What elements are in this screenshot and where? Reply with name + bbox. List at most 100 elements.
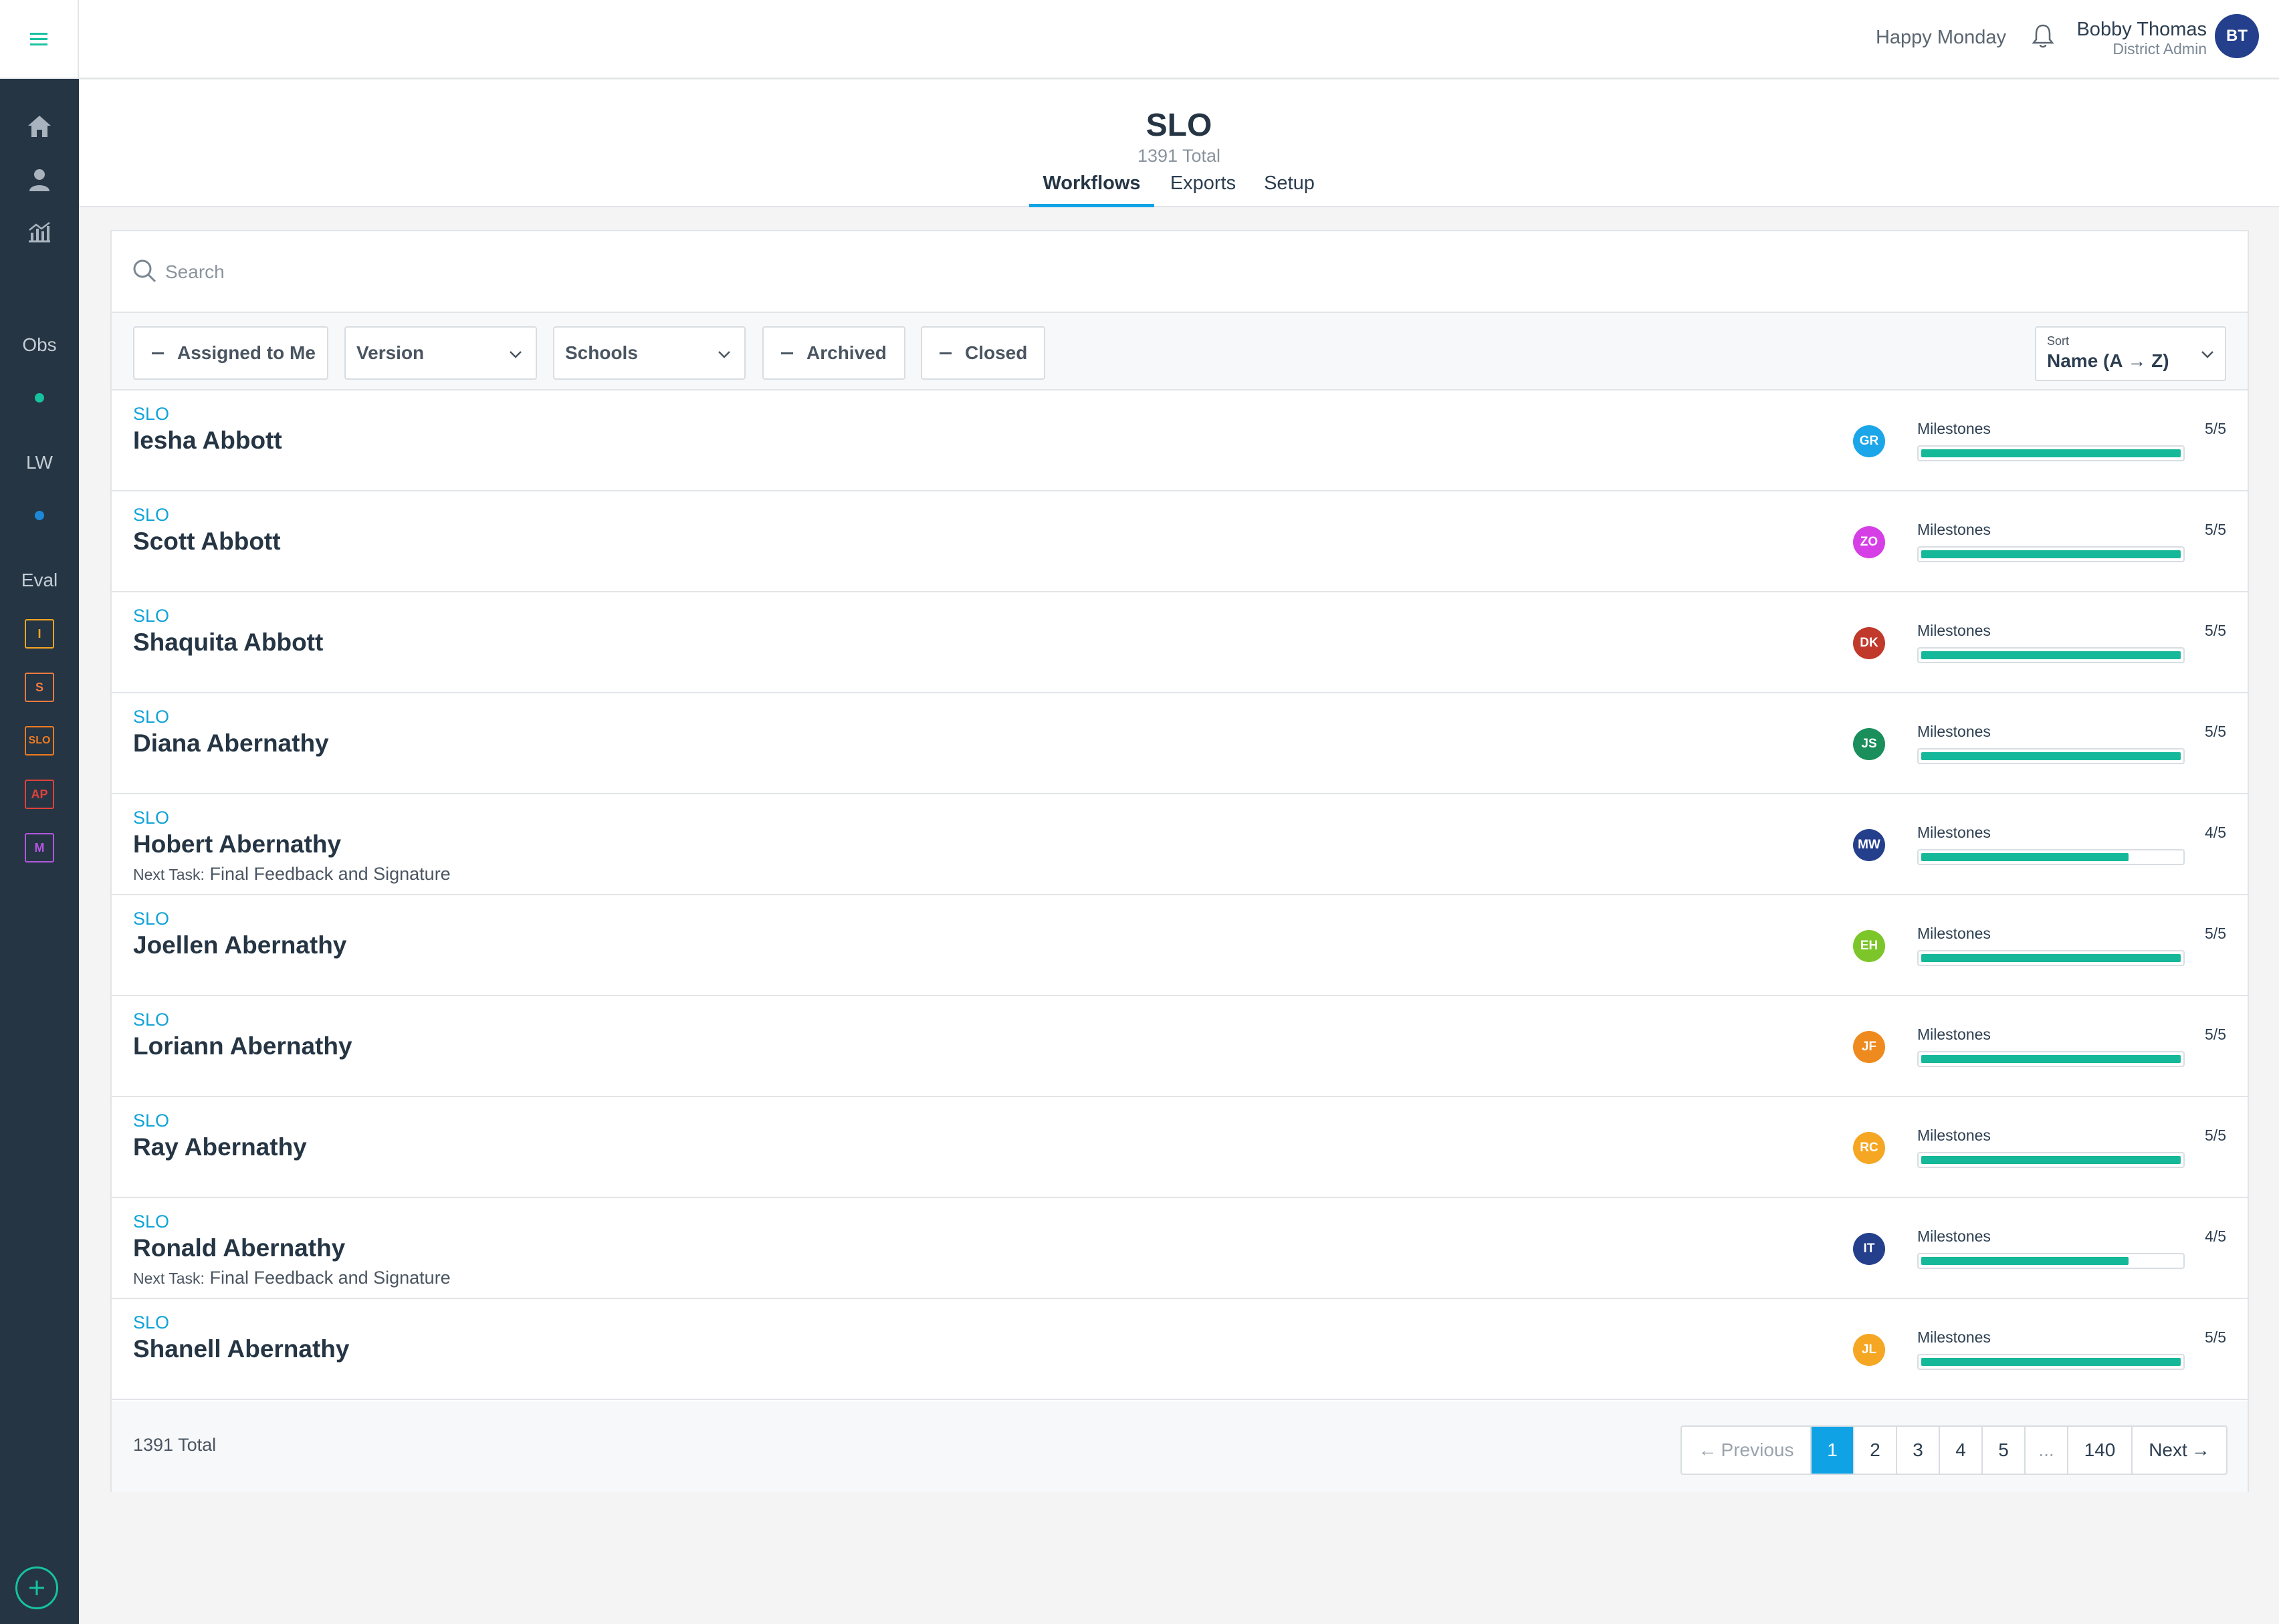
next-label: Next	[2149, 1439, 2187, 1460]
milestones-progress-bar	[1917, 1152, 2185, 1168]
tab-workflows[interactable]: Workflows	[1029, 168, 1154, 207]
milestones-label: Milestones	[1917, 1127, 1991, 1144]
list-item[interactable]: SLO Loriann Abernathy JF Milestones 5/5	[112, 996, 2248, 1097]
milestones-count: 5/5	[2205, 1328, 2226, 1346]
sidebar-eval-i[interactable]: I	[25, 619, 54, 649]
milestones-progress-bar	[1917, 445, 2185, 461]
row-type: SLO	[133, 606, 170, 626]
sidebar-item-home[interactable]	[0, 114, 79, 139]
home-icon	[28, 116, 51, 137]
milestones-progress-bar	[1917, 647, 2185, 663]
filter-bar: Assigned to Me Version Schools Archived …	[112, 313, 2248, 390]
arrow-right-icon: →	[2191, 1439, 2210, 1460]
top-bar: Happy Monday Bobby Thomas District Admin…	[79, 0, 2279, 79]
avatar: MW	[1853, 829, 1885, 861]
row-name: Diana Abernathy	[133, 729, 329, 757]
add-button[interactable]	[15, 1567, 58, 1609]
avatar: EH	[1853, 930, 1885, 962]
page-button[interactable]: 140	[2068, 1427, 2133, 1474]
card-footer: 1391 Total ← Previous 1 2 3 4 5... 140 Next →	[112, 1401, 2248, 1492]
milestones-progress-fill	[1921, 1156, 2181, 1164]
sidebar-section-lw[interactable]: LW	[0, 452, 79, 473]
sidebar-eval-m[interactable]: M	[25, 833, 54, 862]
sidebar-section-obs[interactable]: Obs	[0, 334, 79, 356]
list-item[interactable]: SLO Hobert Abernathy Next Task: Final Fe…	[112, 794, 2248, 895]
sidebar-eval-s[interactable]: S	[25, 673, 54, 702]
schools-label: Schools	[565, 342, 638, 363]
milestones-label: Milestones	[1917, 925, 1991, 942]
row-next-task: Next Task: Final Feedback and Signature	[133, 864, 451, 885]
sidebar-section-eval[interactable]: Eval	[0, 570, 79, 591]
next-page-button[interactable]: Next →	[2133, 1427, 2226, 1474]
schools-select[interactable]: Schools	[553, 326, 746, 380]
page-button[interactable]: 2	[1854, 1427, 1897, 1474]
list-item[interactable]: SLO Diana Abernathy JS Milestones 5/5	[112, 693, 2248, 794]
milestones-label: Milestones	[1917, 1328, 1991, 1346]
row-type: SLO	[133, 1312, 170, 1332]
sidebar-eval-slo[interactable]: SLO	[25, 726, 54, 756]
user-avatar[interactable]: BT	[2215, 14, 2259, 58]
tab-setup[interactable]: Setup	[1256, 168, 1323, 207]
closed-filter[interactable]: Closed	[921, 326, 1045, 380]
sort-select[interactable]: Sort Name (A → Z)	[2035, 326, 2226, 381]
milestones-progress-fill	[1921, 449, 2181, 457]
tab-exports[interactable]: Exports	[1164, 168, 1242, 207]
sort-label: Sort	[2047, 334, 2070, 348]
list-item[interactable]: SLO Shanell Abernathy JL Milestones 5/5	[112, 1299, 2248, 1400]
page-button[interactable]: 4	[1940, 1427, 1983, 1474]
milestones-progress-fill	[1921, 1358, 2181, 1366]
list-item[interactable]: SLO Shaquita Abbott DK Milestones 5/5	[112, 592, 2248, 693]
workflows-card: Assigned to Me Version Schools Archived …	[110, 230, 2249, 1492]
assigned-to-me-filter[interactable]: Assigned to Me	[133, 326, 328, 380]
closed-label: Closed	[965, 342, 1028, 363]
list-item[interactable]: SLO Ray Abernathy RC Milestones 5/5	[112, 1097, 2248, 1198]
row-name: Hobert Abernathy	[133, 830, 342, 858]
page-total: 1391 Total	[1137, 146, 1221, 166]
user-name[interactable]: Bobby Thomas	[2076, 19, 2207, 41]
list-item[interactable]: SLO Iesha Abbott GR Milestones 5/5	[112, 390, 2248, 491]
page-button[interactable]: 3	[1897, 1427, 1940, 1474]
avatar: GR	[1853, 425, 1885, 457]
previous-label: Previous	[1721, 1439, 1794, 1460]
sidebar-item-analytics[interactable]	[0, 221, 79, 243]
page-button[interactable]: 5	[1983, 1427, 2026, 1474]
chevron-down-icon	[718, 351, 730, 358]
archived-filter[interactable]: Archived	[762, 326, 905, 380]
row-next-task: Next Task: Final Feedback and Signature	[133, 1268, 451, 1288]
workflow-list: SLO Iesha Abbott GR Milestones 5/5 SLO S…	[112, 390, 2248, 1400]
milestones-progress-bar	[1917, 748, 2185, 764]
search-input[interactable]	[165, 251, 2171, 293]
milestones-label: Milestones	[1917, 1026, 1991, 1043]
greeting: Happy Monday	[1875, 27, 2006, 48]
tab-workflows-label: Workflows	[1043, 172, 1141, 194]
toggle-off-icon	[781, 352, 793, 354]
version-select[interactable]: Version	[344, 326, 537, 380]
sidebar-item-people[interactable]	[0, 167, 79, 193]
avatar: RC	[1853, 1132, 1885, 1164]
previous-page-button[interactable]: ← Previous	[1682, 1427, 1812, 1474]
page-button[interactable]: 1	[1812, 1427, 1854, 1474]
notifications-button[interactable]	[2031, 23, 2055, 53]
list-item[interactable]: SLO Scott Abbott ZO Milestones 5/5	[112, 491, 2248, 592]
tab-exports-label: Exports	[1170, 172, 1236, 194]
menu-button[interactable]	[0, 0, 79, 79]
row-type: SLO	[133, 404, 170, 424]
user-role: District Admin	[2112, 40, 2207, 57]
milestones-count: 5/5	[2205, 723, 2226, 740]
footer-total: 1391 Total	[133, 1435, 217, 1455]
row-name: Scott Abbott	[133, 528, 281, 555]
milestones-progress-fill	[1921, 954, 2181, 962]
sidebar: Obs LW Eval I S SLO AP M	[0, 0, 79, 1624]
avatar: JF	[1853, 1031, 1885, 1063]
row-type: SLO	[133, 808, 170, 828]
milestones-progress-fill	[1921, 752, 2181, 760]
sidebar-eval-ap[interactable]: AP	[25, 780, 54, 809]
list-item[interactable]: SLO Ronald Abernathy Next Task: Final Fe…	[112, 1198, 2248, 1299]
milestones-label: Milestones	[1917, 622, 1991, 639]
milestones-label: Milestones	[1917, 824, 1991, 841]
row-name: Ray Abernathy	[133, 1133, 307, 1161]
list-item[interactable]: SLO Joellen Abernathy EH Milestones 5/5	[112, 895, 2248, 996]
milestones-count: 5/5	[2205, 1026, 2226, 1043]
next-task-label: Next Task:	[133, 1270, 205, 1287]
row-type: SLO	[133, 505, 170, 525]
